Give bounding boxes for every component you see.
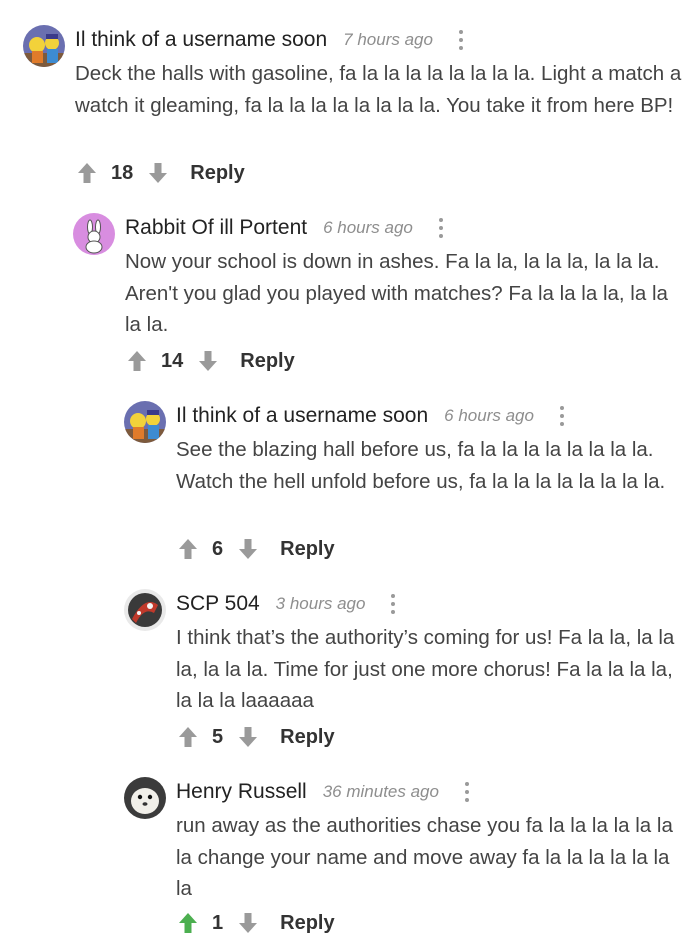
comment-text: I think that’s the authority’s coming fo…: [176, 626, 675, 712]
vote-count: 1: [212, 911, 224, 934]
comment: Il think of a username soon 6 hours ago …: [124, 401, 700, 571]
scp-avatar-icon[interactable]: [124, 589, 166, 631]
comment-header: Rabbit Of ill Portent 6 hours ago: [125, 213, 451, 243]
more-options-icon[interactable]: [457, 780, 477, 804]
comment-text: Deck the halls with gasoline, fa la la l…: [75, 62, 682, 117]
timestamp: 3 hours ago: [275, 594, 366, 613]
comment-actions: 18 Reply: [75, 158, 245, 188]
comment-actions: 6 Reply: [176, 534, 335, 564]
comment-header: Henry Russell 36 minutes ago: [176, 777, 477, 807]
username[interactable]: Il think of a username soon: [176, 404, 428, 428]
timestamp: 36 minutes ago: [322, 782, 439, 801]
upvote-icon[interactable]: [176, 537, 200, 561]
more-options-icon[interactable]: [552, 404, 572, 428]
upvote-icon[interactable]: [176, 725, 200, 749]
comment-header: SCP 504 3 hours ago: [176, 589, 403, 619]
reply-button[interactable]: Reply: [280, 912, 334, 935]
downvote-icon[interactable]: [236, 537, 260, 561]
downvote-icon[interactable]: [236, 911, 260, 935]
comment-text: run away as the authorities chase you fa…: [176, 814, 673, 900]
comment: Il think of a username soon 7 hours ago …: [23, 25, 700, 195]
vote-count: 6: [212, 537, 224, 560]
username[interactable]: Il think of a username soon: [75, 28, 327, 52]
username[interactable]: Rabbit Of ill Portent: [125, 216, 307, 240]
downvote-icon[interactable]: [146, 161, 170, 185]
rabbit-avatar-icon[interactable]: [73, 213, 115, 255]
comment-actions: 14 Reply: [125, 346, 295, 376]
timestamp: 6 hours ago: [323, 218, 413, 237]
vote-count: 18: [111, 161, 134, 184]
comment-actions: 5 Reply: [176, 722, 335, 752]
seal-avatar-icon[interactable]: [124, 777, 166, 819]
comment-text: See the blazing hall before us, fa la la…: [176, 438, 666, 493]
comment: Rabbit Of ill Portent 6 hours ago Now yo…: [73, 213, 700, 383]
username[interactable]: SCP 504: [176, 592, 260, 616]
timestamp: 6 hours ago: [444, 406, 534, 425]
vote-count: 14: [161, 349, 184, 372]
timestamp: 7 hours ago: [343, 30, 433, 49]
username[interactable]: Henry Russell: [176, 780, 307, 804]
simpsons-avatar-icon[interactable]: [23, 25, 65, 67]
comment-text: Now your school is down in ashes. Fa la …: [125, 250, 668, 336]
more-options-icon[interactable]: [431, 216, 451, 240]
upvote-icon[interactable]: [75, 161, 99, 185]
reply-button[interactable]: Reply: [240, 350, 294, 373]
downvote-icon[interactable]: [196, 349, 220, 373]
comment: SCP 504 3 hours ago I think that’s the a…: [124, 589, 700, 759]
upvote-icon[interactable]: [125, 349, 149, 373]
reply-button[interactable]: Reply: [190, 162, 244, 185]
comment: Henry Russell 36 minutes ago run away as…: [124, 777, 700, 941]
simpsons-avatar-icon[interactable]: [124, 401, 166, 443]
reply-button[interactable]: Reply: [280, 538, 334, 561]
more-options-icon[interactable]: [451, 28, 471, 52]
comment-actions: 1 Reply: [176, 908, 335, 938]
comment-header: Il think of a username soon 6 hours ago: [176, 401, 572, 431]
upvote-icon[interactable]: [176, 911, 200, 935]
comment-header: Il think of a username soon 7 hours ago: [75, 25, 471, 55]
more-options-icon[interactable]: [383, 592, 403, 616]
vote-count: 5: [212, 725, 224, 748]
reply-button[interactable]: Reply: [280, 726, 334, 749]
downvote-icon[interactable]: [236, 725, 260, 749]
